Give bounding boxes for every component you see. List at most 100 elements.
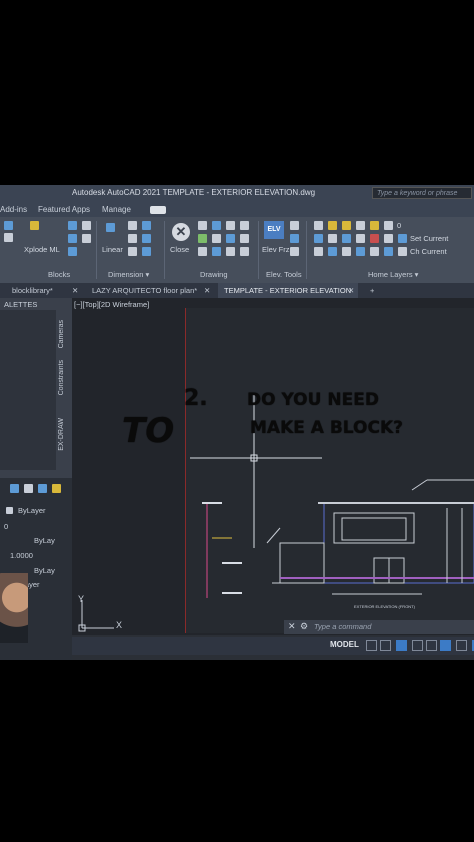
tool-icon[interactable] bbox=[226, 247, 235, 256]
tool-icon[interactable] bbox=[128, 221, 137, 230]
insert-icon[interactable] bbox=[4, 233, 13, 242]
layer-icon[interactable] bbox=[356, 234, 365, 243]
tool-icon[interactable] bbox=[240, 234, 249, 243]
palette-tab-cameras[interactable]: Cameras bbox=[58, 320, 65, 348]
close-icon[interactable]: ✕ bbox=[204, 286, 210, 295]
tool-icon[interactable] bbox=[128, 247, 137, 256]
new-tab-button[interactable]: + bbox=[370, 286, 374, 295]
object-snap-tracking-icon[interactable] bbox=[440, 640, 451, 651]
lightbulb-icon[interactable] bbox=[370, 221, 379, 230]
wrench-icon[interactable]: ⚙ bbox=[300, 621, 308, 632]
layer-icon[interactable] bbox=[314, 247, 323, 256]
block-icon[interactable] bbox=[4, 221, 13, 230]
property-color[interactable]: ByLayer bbox=[18, 506, 46, 515]
ribbon-toggle-icon[interactable] bbox=[150, 206, 166, 214]
layer-icon[interactable] bbox=[328, 221, 337, 230]
model-space-button[interactable]: MODEL bbox=[330, 640, 359, 649]
tool-icon[interactable] bbox=[142, 221, 151, 230]
tool-icon[interactable] bbox=[82, 221, 91, 230]
properties-icon[interactable] bbox=[10, 484, 19, 493]
tab-featured-apps[interactable]: Featured Apps bbox=[38, 205, 90, 214]
palette-tab-constraints[interactable]: Constraints bbox=[58, 360, 65, 395]
tool-icon[interactable] bbox=[198, 247, 207, 256]
tool-icon[interactable] bbox=[82, 234, 91, 243]
tool-icon[interactable] bbox=[212, 234, 221, 243]
polar-icon[interactable] bbox=[412, 640, 423, 651]
xplode-ml-button[interactable]: Xplode ML bbox=[24, 245, 60, 254]
layer-icon[interactable] bbox=[314, 221, 323, 230]
tool-icon[interactable] bbox=[198, 234, 207, 243]
property-layer[interactable]: 0 bbox=[4, 522, 8, 531]
layer-icon[interactable] bbox=[384, 234, 393, 243]
tool-icon[interactable] bbox=[290, 234, 299, 243]
close-icon[interactable]: ✕ bbox=[288, 621, 296, 632]
tool-icon[interactable] bbox=[68, 221, 77, 230]
tool-icon[interactable] bbox=[128, 234, 137, 243]
layer-icon[interactable] bbox=[314, 234, 323, 243]
grid-icon[interactable] bbox=[366, 640, 377, 651]
command-input[interactable]: Type a command bbox=[314, 622, 472, 632]
xplode-icon[interactable] bbox=[30, 221, 39, 230]
layer-icon[interactable] bbox=[342, 247, 351, 256]
layer-icon[interactable] bbox=[328, 234, 337, 243]
tab-add-ins[interactable]: Add-ins bbox=[0, 205, 27, 214]
tool-icon[interactable] bbox=[290, 247, 299, 256]
drawing-canvas[interactable]: [−][Top][2D Wireframe] 2. DO YOU NEED TO… bbox=[72, 298, 474, 635]
tool-icon[interactable] bbox=[142, 234, 151, 243]
caption-line-1: DO YOU NEED bbox=[247, 390, 379, 410]
document-tab-bar: blocklibrary* ✕ LAZY ARQUITECTO floor pl… bbox=[0, 283, 474, 298]
close-icon[interactable]: ✕ bbox=[72, 286, 78, 295]
dimension-icon[interactable] bbox=[106, 223, 115, 232]
tool-icon[interactable] bbox=[212, 247, 221, 256]
doc-tab-floor-plan[interactable]: LAZY ARQUITECTO floor plan* bbox=[92, 286, 197, 295]
object-snap-icon[interactable] bbox=[456, 640, 467, 651]
properties-icon[interactable] bbox=[24, 484, 33, 493]
tool-icon[interactable] bbox=[198, 221, 207, 230]
property-plotstyle[interactable]: ByLay bbox=[34, 566, 55, 575]
layer-dropdown[interactable]: 0 bbox=[397, 221, 401, 230]
properties-icon[interactable] bbox=[38, 484, 47, 493]
tool-icon[interactable] bbox=[226, 234, 235, 243]
layer-icon[interactable] bbox=[384, 221, 393, 230]
tool-icon[interactable] bbox=[68, 247, 77, 256]
panel-label-dimension[interactable]: Dimension ▾ bbox=[108, 270, 149, 279]
search-input[interactable]: Type a keyword or phrase bbox=[372, 187, 472, 199]
tool-icon[interactable] bbox=[68, 234, 77, 243]
layer-icon[interactable] bbox=[356, 221, 365, 230]
ortho-icon[interactable] bbox=[396, 640, 407, 651]
tool-icon[interactable] bbox=[240, 247, 249, 256]
layer-icon[interactable] bbox=[356, 247, 365, 256]
layer-icon[interactable] bbox=[398, 234, 407, 243]
layer-icon[interactable] bbox=[342, 221, 351, 230]
close-icon[interactable]: ✕ bbox=[172, 223, 190, 241]
layer-icon[interactable] bbox=[370, 247, 379, 256]
panel-label-home-layers[interactable]: Home Layers ▾ bbox=[368, 270, 418, 279]
close-icon[interactable]: ✕ bbox=[348, 286, 354, 295]
palette-tab-ex-draw[interactable]: EX-DRAW bbox=[58, 418, 65, 451]
layer-icon[interactable] bbox=[370, 234, 379, 243]
property-scale[interactable]: 1.0000 bbox=[10, 551, 33, 560]
elev-frz-button[interactable]: Elev Frz bbox=[262, 245, 290, 254]
tool-icon[interactable] bbox=[240, 221, 249, 230]
linear-button[interactable]: Linear bbox=[102, 245, 123, 254]
layer-icon[interactable] bbox=[398, 247, 407, 256]
ch-current-button[interactable]: Ch Current bbox=[410, 247, 447, 256]
doc-tab-blocklibrary[interactable]: blocklibrary* bbox=[12, 286, 53, 295]
properties-icon[interactable] bbox=[52, 484, 61, 493]
layer-icon[interactable] bbox=[328, 247, 337, 256]
tool-icon[interactable] bbox=[212, 221, 221, 230]
snap-icon[interactable] bbox=[380, 640, 391, 651]
tab-manage[interactable]: Manage bbox=[102, 205, 131, 214]
tool-icon[interactable] bbox=[142, 247, 151, 256]
close-button[interactable]: Close bbox=[170, 245, 189, 254]
elv-icon[interactable]: ELV bbox=[264, 221, 284, 239]
tool-icon[interactable] bbox=[226, 221, 235, 230]
viewport-controls[interactable]: [−][Top][2D Wireframe] bbox=[74, 300, 149, 309]
doc-tab-exterior-elevation[interactable]: TEMPLATE - EXTERIOR ELEVATION bbox=[224, 286, 351, 295]
layer-icon[interactable] bbox=[342, 234, 351, 243]
layer-icon[interactable] bbox=[384, 247, 393, 256]
set-current-button[interactable]: Set Current bbox=[410, 234, 448, 243]
property-linetype[interactable]: ByLay bbox=[34, 536, 55, 545]
isodraft-icon[interactable] bbox=[426, 640, 437, 651]
tool-icon[interactable] bbox=[290, 221, 299, 230]
